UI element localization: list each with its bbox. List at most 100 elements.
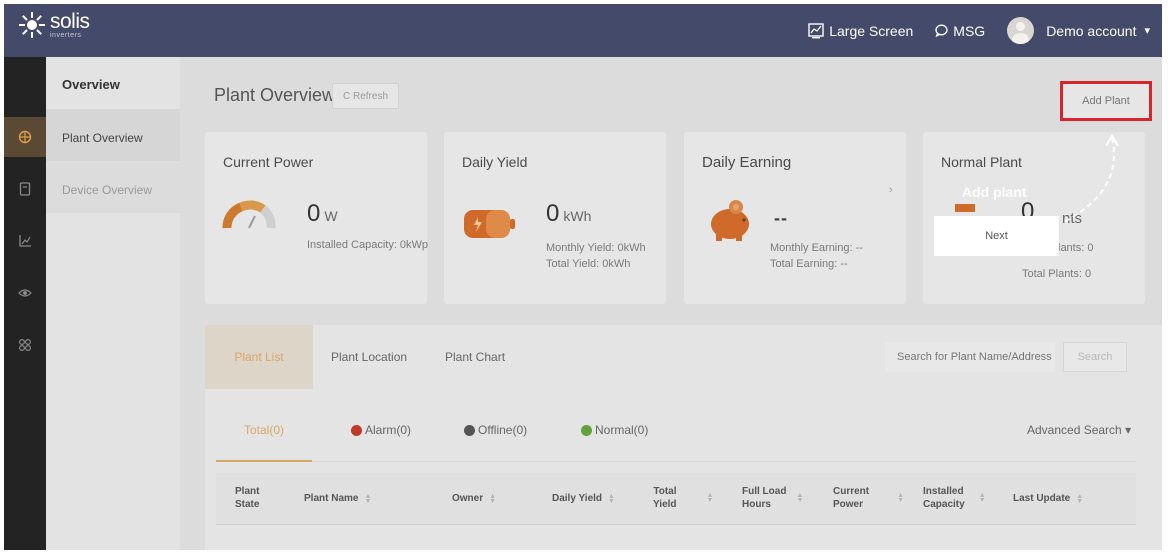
chevron-right-icon[interactable]: › [889, 184, 893, 196]
col-plant-name-label: Plant Name [304, 493, 359, 504]
total-earning-text: Total Earning: -- [770, 258, 848, 270]
tab-plant-location[interactable]: Plant Location [331, 325, 407, 389]
col-plant-state-line2: State [235, 499, 260, 510]
rail-item-apps[interactable] [4, 325, 46, 365]
rail-item-device[interactable] [4, 169, 46, 209]
chart-icon [19, 235, 31, 247]
add-plant-button[interactable]: Add Plant [1060, 81, 1152, 121]
filter-offline-label: Offline(0) [478, 423, 528, 437]
filter-normal[interactable]: Normal(0) [581, 423, 648, 437]
submenu-item-plant-overview[interactable]: Plant Overview [46, 109, 180, 161]
filter-alarm-label: Alarm(0) [365, 423, 412, 437]
col-plant-state[interactable]: Plant State [235, 485, 259, 511]
col-installed-line1: Installed [923, 486, 964, 497]
offline-dot-icon [464, 424, 475, 436]
tab-plant-list[interactable]: Plant List [205, 325, 313, 389]
sort-icon: ▲ ▼ [1076, 492, 1084, 505]
daily-yield-unit: kWh [563, 208, 592, 224]
tour-tooltip-title: Add plant [962, 184, 1027, 200]
card-title: Current Power [223, 154, 314, 170]
col-owner[interactable]: Owner ▲ ▼ [452, 492, 496, 505]
col-installed-capacity[interactable]: Installed Capacity ▲ ▼ [923, 485, 986, 511]
filter-divider [216, 461, 1136, 462]
monthly-yield-text: Monthly Yield: 0kWh [546, 242, 646, 254]
plant-list-panel: Plant List Plant Location Plant Chart Se… [205, 325, 1162, 550]
sort-icon: ▲ ▼ [978, 492, 986, 504]
search-button[interactable]: Search [1063, 342, 1127, 372]
advanced-search-toggle[interactable]: Advanced Search ▾ [1027, 423, 1131, 437]
col-current-power-line1: Current [833, 486, 870, 497]
filter-normal-label: Normal(0) [595, 423, 649, 437]
col-full-load-hours[interactable]: Full Load Hours ▲ ▼ [742, 485, 803, 511]
partial-plants-text: lants: 0 [1058, 242, 1094, 254]
table-header: Plant State Plant Name ▲ ▼ Owner ▲ ▼ Daily Yi… [216, 473, 1136, 525]
apps-icon [18, 338, 32, 352]
col-total-yield[interactable]: Total Yield ▲ ▼ [653, 485, 713, 511]
battery-icon [464, 210, 515, 238]
avatar[interactable] [1007, 17, 1035, 44]
refresh-button[interactable]: C Refresh [332, 83, 400, 109]
col-total-yield-line2: Yield [653, 499, 677, 510]
col-last-update[interactable]: Last Update ▲ ▼ [1013, 492, 1083, 505]
filter-alarm[interactable]: Alarm(0) [351, 423, 411, 437]
sort-icon: ▲ ▼ [489, 492, 497, 505]
card-title: Normal Plant [941, 154, 1022, 170]
plant-icon [18, 130, 32, 144]
submenu-item-device-overview[interactable]: Device Overview [46, 161, 180, 213]
installed-capacity-text: Installed Capacity: 0kWp [307, 239, 429, 251]
card-daily-earning: Daily Earning › -- Monthly Earning: -- T… [684, 132, 906, 304]
total-plants-text: Total Plants: 0 [1022, 268, 1092, 280]
msg-label: MSG [953, 22, 986, 39]
page-title: Plant Overview [214, 85, 336, 105]
alarm-dot-icon [351, 424, 362, 436]
filter-offline[interactable]: Offline(0) [464, 423, 527, 437]
tour-arrow-icon [1063, 134, 1119, 223]
card-daily-yield: Daily Yield 0 kWh Monthly Yield: 0kWh Tot… [444, 132, 666, 304]
col-full-load-line1: Full Load [742, 486, 787, 497]
sort-icon: ▲ ▼ [796, 492, 804, 504]
current-power-number: 0 [307, 200, 321, 227]
sort-icon: ▲ ▼ [897, 492, 905, 504]
col-current-power[interactable]: Current Power ▲ ▼ [833, 485, 904, 511]
col-total-yield-line1: Total [653, 486, 677, 497]
col-current-power-line2: Power [833, 499, 864, 510]
chevron-down-icon[interactable]: ▾ [1144, 24, 1150, 37]
device-icon [19, 182, 31, 196]
filter-active-underline [216, 460, 312, 462]
large-screen-button[interactable]: Large Screen [808, 23, 913, 39]
rail-item-chart[interactable] [4, 221, 46, 261]
card-title: Daily Earning [702, 154, 792, 171]
submenu-header[interactable]: Overview [46, 57, 180, 109]
solis-sun-icon [19, 12, 45, 38]
account-name[interactable]: Demo account [1046, 23, 1136, 39]
sort-icon: ▲ ▼ [608, 492, 615, 505]
filter-total[interactable]: Total(0) [244, 423, 284, 437]
col-full-load-line2: Hours [742, 499, 771, 510]
daily-yield-value: 0 kWh [546, 200, 591, 228]
brand-name: solis [50, 10, 90, 33]
daily-yield-number: 0 [546, 200, 560, 227]
search-input[interactable] [885, 342, 1055, 372]
top-bar: solis inverters Large Screen MSG Demo ac… [4, 4, 1162, 57]
plant-status-icon [955, 204, 975, 212]
col-daily-yield[interactable]: Daily Yield ▲ ▼ [552, 492, 615, 505]
col-daily-yield-label: Daily Yield [552, 493, 603, 504]
app-window: solis inverters Large Screen MSG Demo ac… [4, 4, 1162, 550]
col-plant-name[interactable]: Plant Name ▲ ▼ [304, 492, 371, 505]
current-power-value: 0W [307, 200, 338, 228]
main-content: Plant Overview C Refresh Add Plant Curre… [180, 57, 1162, 550]
tour-next-button[interactable]: Next [934, 216, 1059, 256]
rail-item-plant[interactable] [4, 117, 46, 157]
secondary-menu: Overview Plant Overview Device Overview [46, 57, 180, 550]
normal-dot-icon [581, 424, 592, 436]
piggy-bank-icon [711, 200, 749, 241]
tab-plant-chart[interactable]: Plant Chart [445, 325, 505, 389]
brand-logo[interactable]: solis inverters [18, 11, 90, 39]
large-screen-icon [808, 22, 824, 38]
brand-tagline: inverters [50, 32, 82, 39]
sort-icon: ▲ ▼ [706, 492, 714, 504]
card-current-power: Current Power 0W Installed Capacity: 0kW… [205, 132, 429, 304]
card-title: Daily Yield [462, 154, 528, 170]
msg-button[interactable]: MSG [935, 23, 985, 39]
rail-item-monitor[interactable] [4, 273, 46, 313]
